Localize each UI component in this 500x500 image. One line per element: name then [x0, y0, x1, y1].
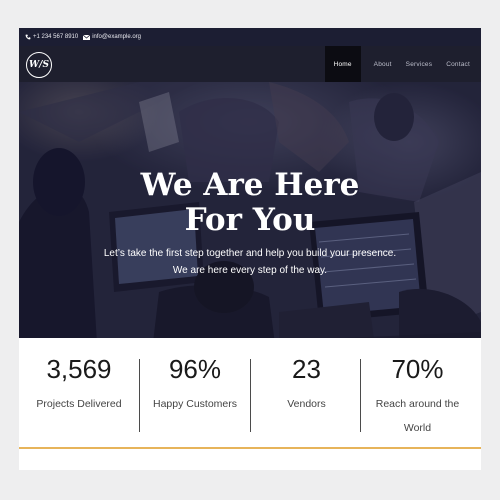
hero-subtitle-line-1: Let’s take the first step together and h…	[103, 248, 397, 259]
website-page: +1 234 567 8910 info@example.org W/S Hom…	[19, 28, 481, 470]
main-navbar: W/S Home About Services Contact	[19, 46, 481, 82]
stat-label: Reach around the	[375, 398, 460, 410]
stat-number: 3,569	[46, 354, 112, 384]
hero-title-line-1: We Are Here	[140, 167, 360, 203]
phone-number: +1 234 567 8910	[33, 34, 79, 40]
phone-contact[interactable]: +1 234 567 8910	[25, 34, 78, 40]
stat-label: Happy Customers	[152, 398, 238, 410]
phone-icon	[25, 34, 31, 40]
main-nav: Home About Services Contact	[324, 46, 481, 82]
stat-label-line-2: World	[403, 422, 432, 434]
email-contact[interactable]: info@example.org	[83, 34, 141, 40]
stat-divider	[139, 359, 140, 432]
stat-number: 23	[292, 354, 321, 384]
stat-label: Projects Delivered	[36, 398, 122, 410]
nav-about[interactable]: About	[367, 46, 399, 82]
nav-services[interactable]: Services	[399, 46, 440, 82]
site-logo[interactable]: W/S	[26, 52, 52, 78]
hero-subtitle-line-2: We are here every step of the way.	[172, 265, 328, 276]
stat-happy-customers: 96% Happy Customers	[139, 338, 251, 450]
stat-reach: 70% Reach around the World	[362, 338, 473, 450]
stat-projects-delivered: 3,569 Projects Delivered	[19, 338, 139, 450]
nav-contact[interactable]: Contact	[439, 46, 481, 82]
stat-vendors: 23 Vendors	[251, 338, 362, 450]
stats-panel: 3,569 Projects Delivered 96% Happy Custo…	[19, 338, 481, 450]
hero-subtitle: Let’s take the first step together and h…	[19, 245, 481, 279]
hero-title-line-2: For You	[184, 202, 316, 238]
stat-divider	[250, 359, 251, 432]
hero-section: We Are Here For You Let’s take the first…	[19, 82, 481, 376]
top-contact-bar: +1 234 567 8910 info@example.org	[19, 28, 481, 46]
email-address: info@example.org	[92, 34, 142, 40]
stat-number: 70%	[391, 354, 444, 384]
stat-number: 96%	[168, 354, 222, 384]
nav-home[interactable]: Home	[324, 46, 361, 82]
envelope-icon	[83, 34, 91, 40]
hero-title: We Are Here For You	[19, 168, 481, 238]
accent-divider-line	[19, 447, 481, 449]
stat-divider	[360, 359, 361, 432]
stat-label: Vendors	[287, 398, 326, 410]
